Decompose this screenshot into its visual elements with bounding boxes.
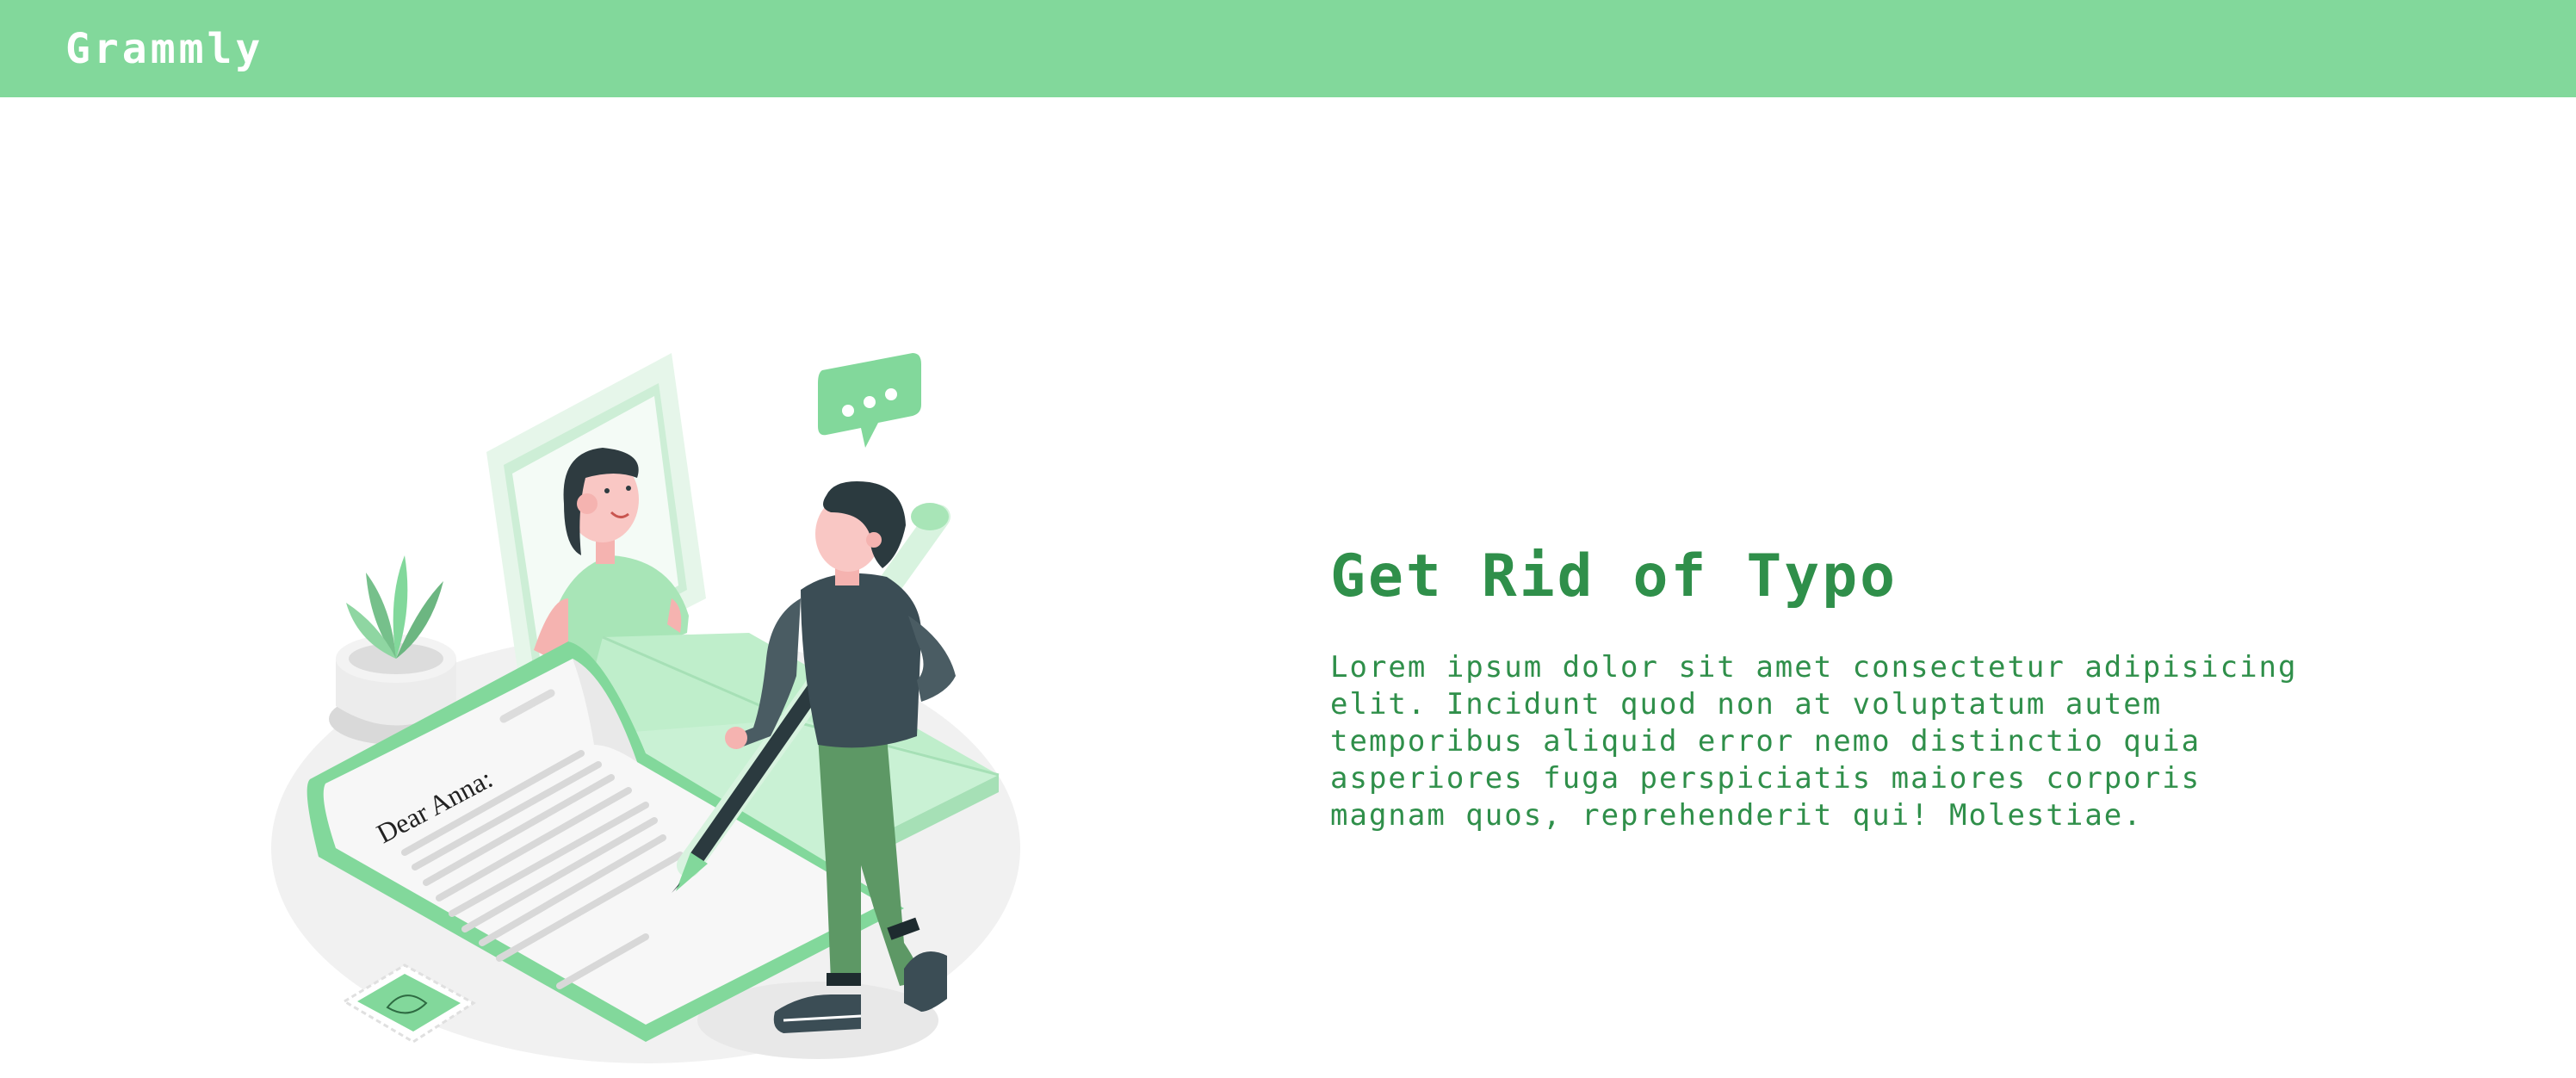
hero-description: Lorem ipsum dolor sit amet consectetur a… <box>1330 650 2298 833</box>
brand-logo[interactable]: Grammly <box>65 22 263 76</box>
hero-title: Get Rid of Typo <box>1330 542 1898 610</box>
hero-illustration: Dear Anna: <box>267 340 1042 1072</box>
chat-bubble-icon <box>818 353 921 448</box>
hero-section: Get Rid of Typo Lorem ipsum dolor sit am… <box>1330 541 2329 834</box>
navbar: Grammly <box>0 0 2576 97</box>
